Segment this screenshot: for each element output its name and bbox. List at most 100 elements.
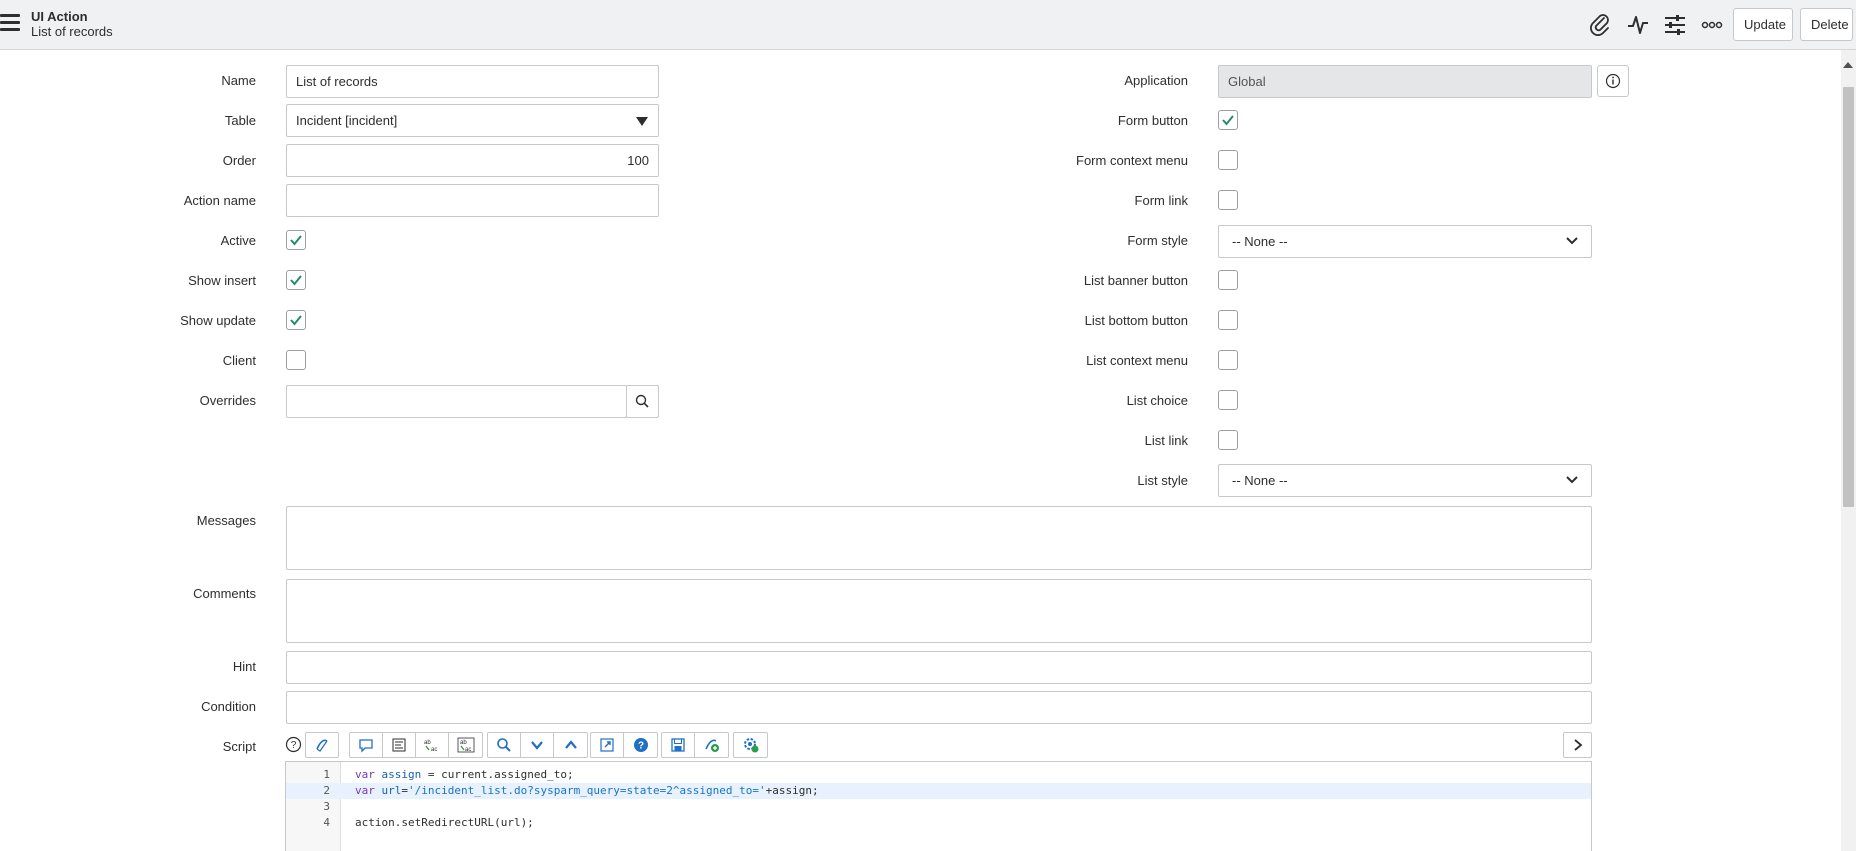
code-text: var url='/incident_list.do?sysparm_query…: [355, 784, 819, 797]
code-line[interactable]: 2 var url='/incident_list.do?sysparm_quer…: [286, 783, 1591, 799]
script-settings-button[interactable]: [734, 733, 767, 757]
code-text: action.setRedirectURL(url);: [355, 816, 534, 829]
list-link-checkbox[interactable]: [1218, 430, 1238, 450]
list-context-menu-checkbox[interactable]: [1218, 350, 1238, 370]
script-editor[interactable]: 1 var assign = current.assigned_to; 2 var u…: [285, 761, 1592, 851]
gear-icon: [743, 738, 758, 753]
format-code-button[interactable]: [383, 733, 416, 757]
comment-icon: [359, 739, 373, 753]
toggle-syntax-editor-button[interactable]: [305, 732, 339, 758]
record-title: UI Action List of records: [31, 9, 113, 39]
table-select[interactable]: Incident [incident]: [286, 104, 659, 137]
find-next-button[interactable]: [521, 733, 554, 757]
form-button-label: Form button: [1117, 113, 1188, 128]
form-style-value: -- None --: [1232, 234, 1288, 249]
search-button[interactable]: [488, 733, 521, 757]
action-name-field[interactable]: [286, 184, 659, 217]
script-toolbar-group-view: ?: [590, 732, 658, 758]
code-line[interactable]: 3: [286, 799, 1591, 815]
update-button[interactable]: Update: [1733, 8, 1793, 41]
svg-text:?: ?: [637, 741, 643, 752]
expand-panel-button[interactable]: [1563, 732, 1592, 758]
hint-label: Hint: [232, 659, 256, 674]
svg-text:ab: ab: [424, 740, 431, 746]
svg-text:ac: ac: [465, 747, 471, 753]
search-icon: [497, 738, 511, 752]
list-link-label: List link: [1144, 433, 1188, 448]
messages-textarea[interactable]: [286, 506, 1592, 570]
save-script-button[interactable]: [662, 733, 695, 757]
chevron-up-icon: [564, 740, 577, 749]
show-insert-checkbox[interactable]: [286, 270, 306, 290]
list-style-label: List style: [1137, 473, 1188, 488]
chevron-down-icon: [1566, 237, 1578, 245]
replace-all-icon: abac: [457, 737, 474, 753]
code-line[interactable]: 4 action.setRedirectURL(url);: [286, 815, 1591, 831]
form-style-select[interactable]: -- None --: [1218, 225, 1592, 258]
script-toolbar-group-save: [661, 732, 729, 758]
settings-sliders-icon[interactable]: [1662, 12, 1688, 38]
name-field[interactable]: List of records: [286, 65, 659, 98]
form-link-checkbox[interactable]: [1218, 190, 1238, 210]
debug-icon: [704, 739, 719, 752]
active-label: Active: [220, 233, 256, 248]
list-bottom-button-checkbox[interactable]: [1218, 310, 1238, 330]
messages-label: Messages: [196, 513, 256, 528]
line-number: 1: [323, 768, 330, 781]
script-debugger-button[interactable]: [695, 733, 728, 757]
list-choice-label: List choice: [1126, 393, 1188, 408]
form-context-menu-checkbox[interactable]: [1218, 150, 1238, 170]
list-style-select[interactable]: -- None --: [1218, 464, 1592, 497]
menu-icon[interactable]: [0, 14, 20, 32]
form-button-checkbox[interactable]: [1218, 110, 1238, 130]
show-insert-label: Show insert: [188, 273, 256, 288]
checkmark-icon: [290, 235, 302, 246]
paperclip-icon[interactable]: [1588, 12, 1614, 38]
code-line[interactable]: 1 var assign = current.assigned_to;: [286, 767, 1591, 783]
list-choice-checkbox[interactable]: [1218, 390, 1238, 410]
active-checkbox[interactable]: [286, 230, 306, 250]
save-icon: [671, 738, 685, 752]
condition-field[interactable]: [286, 691, 1592, 724]
overrides-lookup-button[interactable]: [626, 385, 659, 418]
overrides-field[interactable]: [286, 385, 627, 418]
hint-field[interactable]: [286, 651, 1592, 684]
replace-button[interactable]: ab ac: [416, 733, 449, 757]
replace-all-button[interactable]: ab ac: [449, 733, 482, 757]
scrollbar-thumb[interactable]: [1843, 87, 1854, 507]
application-label: Application: [1124, 73, 1188, 88]
show-update-label: Show update: [180, 313, 256, 328]
client-checkbox[interactable]: [286, 350, 306, 370]
find-previous-button[interactable]: [554, 733, 587, 757]
script-label: Script: [222, 739, 256, 754]
help-button[interactable]: ?: [624, 733, 657, 757]
list-banner-button-checkbox[interactable]: [1218, 270, 1238, 290]
delete-button[interactable]: Delete: [1800, 8, 1853, 41]
client-label: Client: [222, 353, 256, 368]
checkmark-icon: [1222, 115, 1234, 126]
order-field[interactable]: 100: [286, 144, 659, 177]
svg-text:ab: ab: [460, 740, 467, 746]
show-update-checkbox[interactable]: [286, 310, 306, 330]
comment-selected-button[interactable]: [350, 733, 383, 757]
chevron-right-icon: [1573, 739, 1582, 751]
replace-icon: abac: [424, 740, 437, 753]
chevron-down-icon: [1566, 476, 1578, 484]
fullscreen-button[interactable]: [591, 733, 624, 757]
line-number: 2: [323, 784, 330, 797]
expand-icon: [600, 738, 614, 752]
scroll-up-arrow-icon[interactable]: [1843, 62, 1853, 68]
form-style-label: Form style: [1127, 233, 1188, 248]
script-help-icon[interactable]: ?: [285, 736, 302, 753]
record-type: UI Action: [31, 9, 88, 24]
list-bottom-button-label: List bottom button: [1084, 313, 1188, 328]
activity-icon[interactable]: [1625, 12, 1651, 38]
line-number: 3: [323, 800, 330, 813]
application-info-button[interactable]: [1597, 65, 1629, 97]
order-label: Order: [222, 153, 256, 168]
record-name: List of records: [31, 24, 113, 39]
condition-label: Condition: [201, 699, 256, 714]
comments-textarea[interactable]: [286, 579, 1592, 643]
more-icon[interactable]: [1699, 12, 1725, 38]
svg-text:?: ?: [291, 740, 297, 751]
